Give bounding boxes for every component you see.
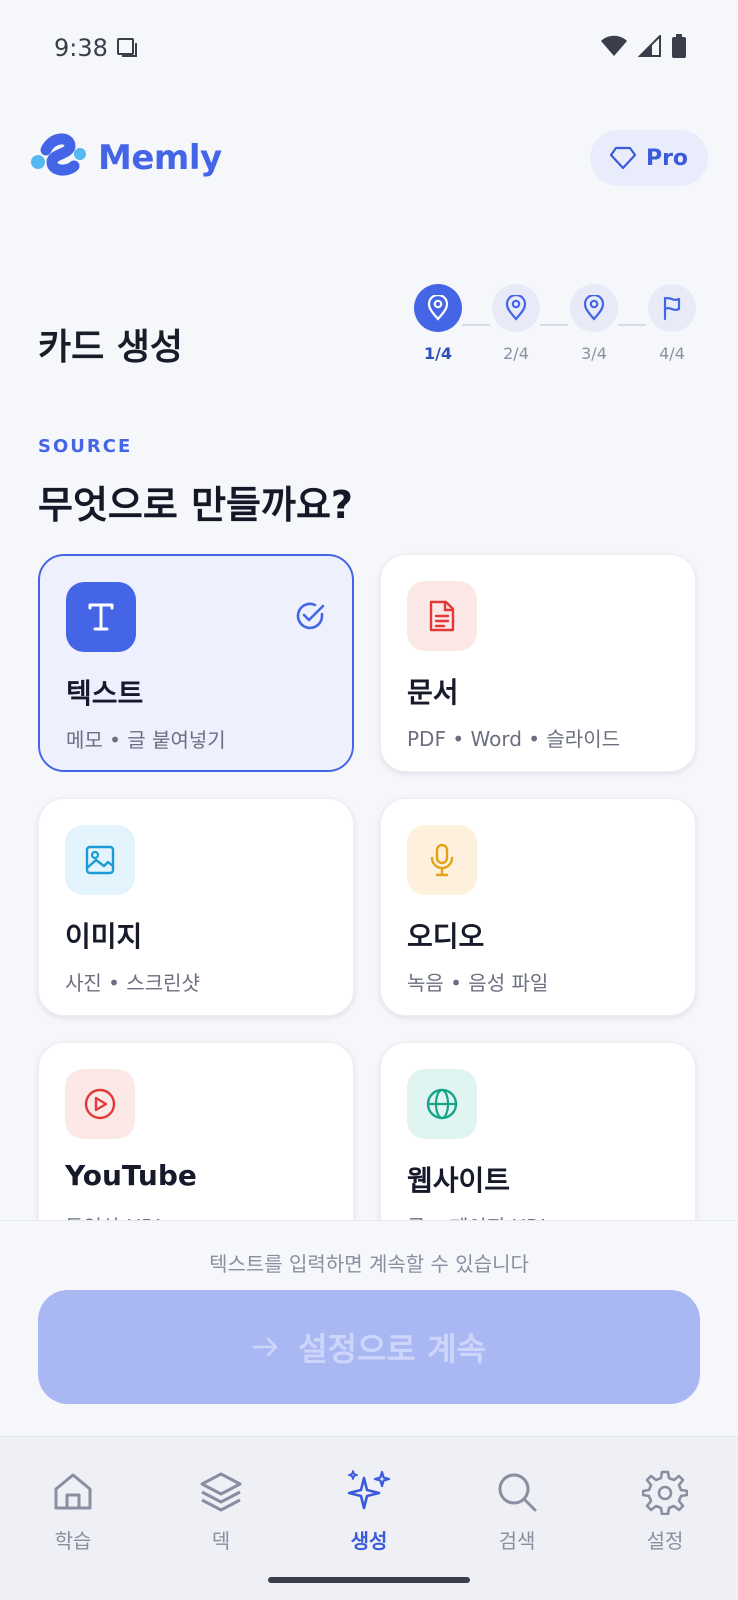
tab-label: 생성 [350, 1529, 388, 1553]
page-title: 카드 생성 [38, 327, 184, 368]
tab-study[interactable]: 학습 [18, 1467, 128, 1554]
card-title: 문서 [407, 676, 459, 709]
search-icon [498, 1473, 537, 1512]
battery-icon [672, 34, 686, 58]
tab-create[interactable]: 생성 [314, 1467, 424, 1554]
card-subtitle: 녹음 • 음성 파일 [407, 971, 549, 995]
card-icon [65, 1069, 135, 1139]
tab-label: 설정 [646, 1529, 684, 1553]
card-title: YouTube [65, 1159, 197, 1192]
home-indicator[interactable] [268, 1577, 470, 1583]
source-card-document[interactable]: 문서 PDF • Word • 슬라이드 [380, 554, 696, 772]
tab-settings[interactable]: 설정 [610, 1467, 720, 1554]
tab-label: 덱 [211, 1529, 231, 1553]
step-label: 4/4 [659, 344, 685, 363]
screen-record-icon [117, 38, 137, 57]
card-title: 텍스트 [66, 677, 144, 710]
continue-button[interactable]: 설정으로 계속 [38, 1290, 700, 1404]
section-heading: 무엇으로 만들까요? [38, 483, 353, 527]
card-title: 오디오 [407, 920, 485, 953]
card-icon [65, 825, 135, 895]
arrow-right-icon [252, 1337, 278, 1357]
app-header: Memly Pro [0, 128, 738, 190]
tab-label: 학습 [54, 1529, 92, 1553]
tab-label: 검색 [498, 1529, 536, 1553]
app-name: Memly [98, 138, 222, 178]
step-1: 1/4 [414, 284, 462, 363]
app-logo: Memly [30, 132, 222, 184]
home-icon [54, 1473, 92, 1510]
map-pin-icon [583, 295, 605, 321]
diamond-icon [609, 146, 636, 170]
step-circle [648, 284, 696, 332]
step-3: 3/4 [570, 284, 618, 363]
card-icon [407, 581, 477, 651]
step-circle [492, 284, 540, 332]
memly-logo-icon [31, 133, 86, 176]
pro-button[interactable]: Pro [590, 130, 708, 186]
step-connector [618, 324, 646, 326]
step-2: 2/4 [492, 284, 540, 363]
check-circle-icon [296, 602, 325, 630]
pro-label: Pro [645, 145, 689, 171]
card-subtitle: PDF • Word • 슬라이드 [407, 727, 620, 751]
tab-decks[interactable]: 덱 [166, 1467, 276, 1554]
card-icon [66, 582, 136, 652]
gear-icon [642, 1470, 688, 1515]
progress-stepper: 1/4 2/4 3/4 4/4 [410, 284, 710, 364]
step-4: 4/4 [648, 284, 696, 363]
step-circle [414, 284, 462, 332]
step-connector [462, 324, 490, 326]
source-card-image[interactable]: 이미지 사진 • 스크린샷 [38, 798, 354, 1016]
flag-icon [663, 296, 681, 321]
card-title: 웹사이트 [407, 1164, 511, 1197]
youtube-play-icon [84, 1088, 116, 1120]
map-pin-icon [427, 295, 449, 321]
image-icon [85, 845, 115, 875]
cell-signal-icon [638, 35, 661, 57]
bottom-tab-bar: 학습 덱 생성 검색 설정 [0, 1436, 738, 1600]
card-icon [407, 1069, 477, 1139]
microphone-icon [430, 843, 454, 877]
source-card-text[interactable]: 텍스트 메모 • 글 붙여넣기 [38, 554, 354, 772]
card-icon [407, 825, 477, 895]
layers-icon [200, 1472, 242, 1512]
step-circle [570, 284, 618, 332]
tab-search[interactable]: 검색 [462, 1467, 572, 1554]
document-icon [429, 600, 455, 632]
continue-label: 설정으로 계속 [298, 1330, 486, 1368]
source-card-audio[interactable]: 오디오 녹음 • 음성 파일 [380, 798, 696, 1016]
step-label: 1/4 [423, 344, 453, 363]
status-bar: 9:38 [0, 0, 738, 96]
status-right [600, 34, 686, 58]
map-pin-icon [505, 295, 527, 321]
card-subtitle: 사진 • 스크린샷 [65, 971, 200, 995]
status-time: 9:38 [54, 34, 108, 62]
wifi-icon [601, 35, 627, 56]
globe-icon [426, 1088, 458, 1120]
step-label: 3/4 [581, 344, 607, 363]
step-label: 2/4 [503, 344, 529, 363]
sparkles-icon [347, 1470, 391, 1510]
helper-text: 텍스트를 입력하면 계속할 수 있습니다 [209, 1252, 529, 1276]
card-subtitle: 메모 • 글 붙여넣기 [66, 728, 226, 752]
step-connector [540, 324, 568, 326]
text-icon [88, 603, 114, 631]
section-eyebrow: SOURCE [38, 436, 133, 457]
card-title: 이미지 [65, 920, 143, 953]
